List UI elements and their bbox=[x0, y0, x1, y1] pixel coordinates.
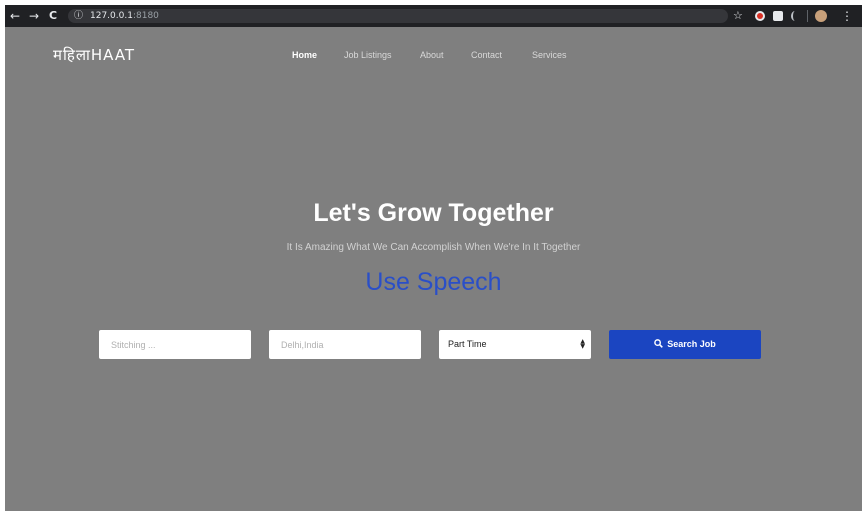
back-icon[interactable]: ← bbox=[10, 5, 20, 27]
hero-title: Let's Grow Together bbox=[313, 199, 554, 227]
address-url: 127.0.0.1:8180 bbox=[90, 9, 159, 23]
browser-toolbar: ← → C ⓘ 127.0.0.1:8180 ☆ ⋮ bbox=[5, 5, 862, 27]
search-job-button[interactable]: Search Job bbox=[609, 330, 761, 359]
hero-section: महिलाHAAT Home Job Listings About Contac… bbox=[5, 27, 862, 511]
select-arrows-icon: ▲ ▼ bbox=[580, 338, 585, 350]
location-input[interactable] bbox=[269, 330, 421, 359]
browser-menu-icon[interactable]: ⋮ bbox=[841, 5, 853, 27]
nav-services[interactable]: Services bbox=[532, 50, 567, 60]
nav-contact[interactable]: Contact bbox=[471, 50, 502, 60]
job-type-value: Part Time bbox=[448, 339, 487, 349]
reload-icon[interactable]: C bbox=[49, 5, 57, 27]
keyword-input[interactable] bbox=[99, 330, 251, 359]
profile-avatar[interactable] bbox=[815, 10, 827, 22]
search-job-label: Search Job bbox=[667, 339, 716, 349]
forward-icon[interactable]: → bbox=[29, 5, 39, 27]
extension-icon[interactable] bbox=[791, 11, 799, 21]
extension-icon[interactable] bbox=[773, 11, 783, 21]
hero-subtitle: It Is Amazing What We Can Accomplish Whe… bbox=[286, 242, 581, 253]
toolbar-divider bbox=[807, 10, 808, 22]
extension-icon[interactable] bbox=[755, 11, 765, 21]
address-bar[interactable]: ⓘ 127.0.0.1:8180 bbox=[68, 9, 728, 23]
nav-job-listings[interactable]: Job Listings bbox=[344, 50, 392, 60]
url-host: 127.0.0.1 bbox=[90, 11, 133, 21]
brand-logo[interactable]: महिलाHAAT bbox=[53, 45, 135, 65]
url-port: :8180 bbox=[132, 11, 159, 21]
bookmark-star-icon[interactable]: ☆ bbox=[733, 5, 743, 27]
site-info-icon[interactable]: ⓘ bbox=[74, 9, 83, 23]
use-speech-button[interactable]: Use Speech bbox=[5, 268, 862, 297]
nav-about[interactable]: About bbox=[420, 50, 444, 60]
search-icon bbox=[654, 339, 664, 348]
nav-home[interactable]: Home bbox=[292, 50, 317, 60]
job-type-select[interactable]: Part Time ▲ ▼ bbox=[439, 330, 591, 359]
